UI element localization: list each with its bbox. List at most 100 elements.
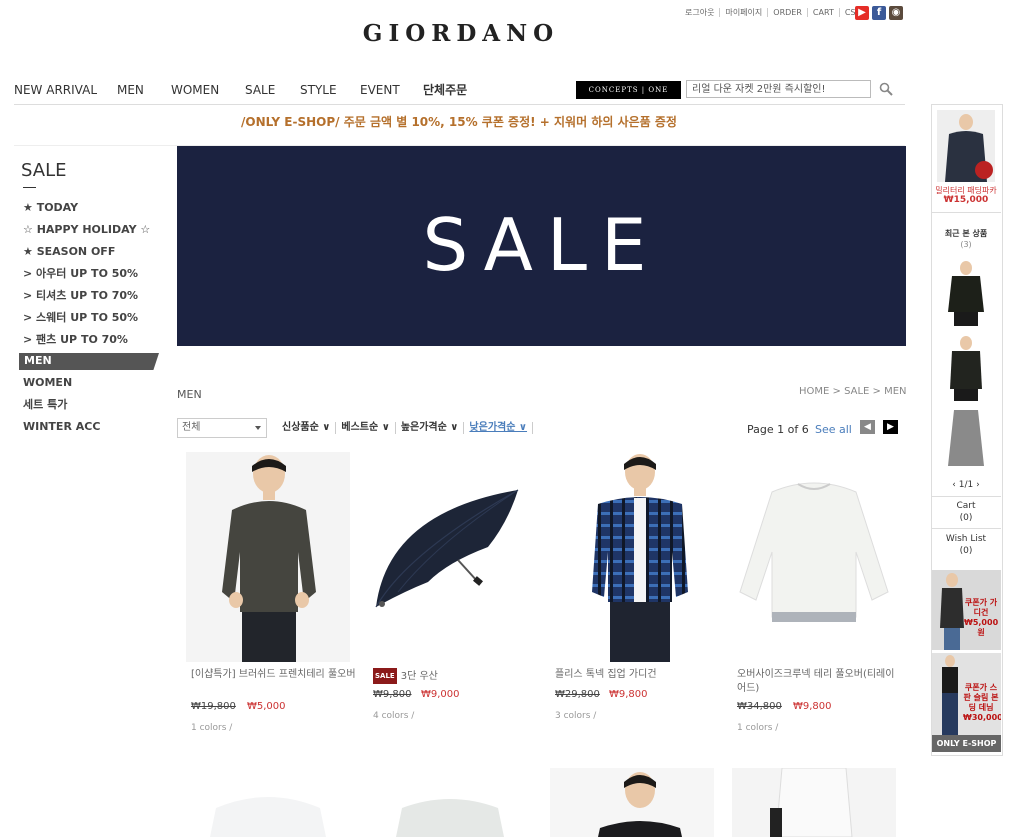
sort-best[interactable]: 베스트순 ∨	[341, 422, 396, 434]
page-info: Page 1 of 6	[747, 423, 809, 436]
cart-link[interactable]: CART	[808, 8, 840, 17]
quick-divider	[931, 528, 1001, 529]
logo[interactable]: GIORDANO	[358, 20, 564, 47]
product-original-price: ₩29,800	[555, 689, 600, 700]
recent-product-image[interactable]	[940, 333, 992, 401]
product-image[interactable]	[550, 452, 714, 662]
sidebar-title: SALE	[21, 160, 67, 181]
sort-price-high[interactable]: 높은가격순 ∨	[401, 422, 465, 434]
product-name[interactable]: [이샵특가] 브러쉬드 프렌치테리 풀오버	[191, 668, 356, 682]
quick-divider	[931, 212, 1001, 213]
see-all-link[interactable]: See all	[815, 423, 852, 436]
product-original-price: ₩9,800	[373, 689, 412, 700]
sort-options: 신상품순 ∨ 베스트순 ∨ 높은가격순 ∨ 낮은가격순 ∨	[282, 422, 538, 434]
ad-banner-denim[interactable]: 쿠폰가 스판 슬림 본딩 데님 ₩30,000	[932, 653, 1001, 735]
recent-pager[interactable]: ‹ 1/1 ›	[931, 480, 1001, 490]
product-image[interactable]	[732, 452, 896, 662]
sidebar-item-men-active[interactable]: MEN	[19, 353, 159, 370]
sidebar-item-winter-acc[interactable]: WINTER ACC	[23, 419, 100, 441]
product-original-price: ₩34,800	[737, 701, 782, 712]
social-links: ▶ f ◉	[855, 6, 903, 20]
recent-viewed-count: (3)	[960, 240, 972, 249]
sidebar-item-outer[interactable]: > 아우터 UP TO 50%	[23, 266, 150, 288]
search-icon[interactable]	[879, 82, 893, 96]
product-colors: 1 colors /	[737, 723, 779, 733]
product-sale-price: ₩9,000	[421, 689, 460, 700]
sidebar-item-pants[interactable]: > 팬츠 UP TO 70%	[23, 332, 150, 354]
product-image[interactable]	[550, 768, 714, 837]
nav-new-arrival[interactable]: NEW ARRIVAL	[14, 82, 117, 98]
filter-select-value: 전체	[182, 422, 201, 433]
product-colors: 1 colors /	[191, 723, 233, 733]
search-input[interactable]: 리얼 다운 자켓 2만원 즉시할인!	[686, 80, 871, 98]
sidebar-item-sweater[interactable]: > 스웨터 UP TO 50%	[23, 310, 150, 332]
recent-product-image[interactable]	[940, 258, 992, 326]
promo-banner[interactable]: /ONLY E-SHOP/ 주문 금액 별 10%, 15% 쿠폰 증정! + …	[0, 113, 918, 130]
product-image[interactable]	[186, 452, 350, 662]
hero-banner-text: SALE	[422, 203, 661, 287]
quick-top-product-image[interactable]	[937, 110, 995, 182]
product-image[interactable]	[368, 452, 532, 662]
recent-product-image[interactable]	[940, 406, 992, 470]
nav-event[interactable]: EVENT	[360, 82, 423, 98]
logout-link[interactable]: 로그아웃	[680, 8, 721, 17]
product-original-price: ₩19,800	[191, 701, 236, 712]
product-name[interactable]: 플리스 톡넥 집업 가디건	[555, 668, 720, 682]
prev-page-button[interactable]: ◀	[860, 420, 875, 434]
sidebar-item-happy-holiday[interactable]: ☆ HAPPY HOLIDAY ☆	[23, 222, 150, 244]
nav-style[interactable]: STYLE	[300, 82, 360, 98]
product-image[interactable]	[732, 768, 896, 837]
sort-newest[interactable]: 신상품순 ∨	[282, 422, 337, 434]
next-page-button[interactable]: ▶	[883, 420, 898, 434]
order-link[interactable]: ORDER	[768, 8, 808, 17]
product-name[interactable]: 오버사이즈크루넥 테리 풀오버(티레이어드)	[737, 668, 902, 696]
sidebar-item-women[interactable]: WOMEN	[23, 375, 100, 397]
concepts-one-logo[interactable]: CONCEPTS | ONE	[576, 81, 681, 99]
product-colors: 3 colors /	[555, 711, 597, 721]
sidebar-item-today[interactable]: ★ TODAY	[23, 200, 150, 222]
ad-banner-cardigan[interactable]: 쿠폰가 가디건 ₩5,000원	[932, 570, 1001, 650]
utility-links: 로그아웃 마이페이지 ORDER CART CS	[680, 8, 861, 17]
quick-divider	[931, 496, 1001, 497]
sidebar-item-season-off[interactable]: ★ SEASON OFF	[23, 244, 150, 266]
facebook-icon[interactable]: f	[872, 6, 886, 20]
sale-badge: SALE	[373, 668, 397, 684]
nav-divider	[14, 104, 905, 105]
quick-top-product-price: ₩15,000	[943, 195, 989, 205]
breadcrumb[interactable]: HOME > SALE > MEN	[799, 386, 907, 397]
only-eshop-label[interactable]: ONLY E-SHOP	[932, 735, 1001, 752]
ad-banner-denim-text: 쿠폰가 스판 슬림 본딩 데님 ₩30,000	[963, 683, 1001, 722]
ad-banner-cardigan-text: 쿠폰가 가디건 ₩5,000원	[964, 598, 999, 637]
mypage-link[interactable]: 마이페이지	[720, 8, 769, 17]
youtube-icon[interactable]: ▶	[855, 6, 869, 20]
filter-select[interactable]: 전체	[177, 418, 267, 438]
cart-count: (0)	[959, 513, 973, 523]
product-image[interactable]	[368, 768, 532, 837]
product-image[interactable]	[186, 768, 350, 837]
sidebar-item-set[interactable]: 세트 특가	[23, 397, 100, 419]
nav-sale[interactable]: SALE	[245, 82, 300, 98]
wishlist-label[interactable]: Wish List	[931, 534, 1001, 544]
sort-price-low[interactable]: 낮은가격순 ∨	[469, 422, 534, 434]
product-sale-price: ₩9,800	[609, 689, 648, 700]
sidebar-title-underline	[23, 187, 36, 188]
sidebar-item-tshirts[interactable]: > 티셔츠 UP TO 70%	[23, 288, 150, 310]
product-name[interactable]: SALE 3단 우산	[373, 668, 538, 684]
main-nav: NEW ARRIVAL MEN WOMEN SALE STYLE EVENT 단…	[14, 82, 483, 98]
product-sale-price: ₩9,800	[793, 701, 832, 712]
nav-group-order[interactable]: 단체주문	[423, 82, 483, 98]
product-sale-price: ₩5,000	[247, 701, 286, 712]
product-colors: 4 colors /	[373, 711, 415, 721]
chevron-down-icon	[255, 426, 261, 430]
wishlist-count: (0)	[959, 546, 973, 556]
cart-label[interactable]: Cart	[931, 501, 1001, 511]
product-name-text: 3단 우산	[400, 671, 438, 682]
nav-women[interactable]: WOMEN	[171, 82, 245, 98]
sidebar-list: ★ TODAY ☆ HAPPY HOLIDAY ☆ ★ SEASON OFF >…	[23, 200, 150, 354]
sidebar-item-men-label: MEN	[24, 354, 52, 367]
category-title: MEN	[177, 388, 202, 401]
sidebar-list-secondary: WOMEN 세트 특가 WINTER ACC	[23, 375, 100, 441]
instagram-icon[interactable]: ◉	[889, 6, 903, 20]
nav-men[interactable]: MEN	[117, 82, 171, 98]
recent-viewed-label: 최근 본 상품	[944, 229, 988, 238]
